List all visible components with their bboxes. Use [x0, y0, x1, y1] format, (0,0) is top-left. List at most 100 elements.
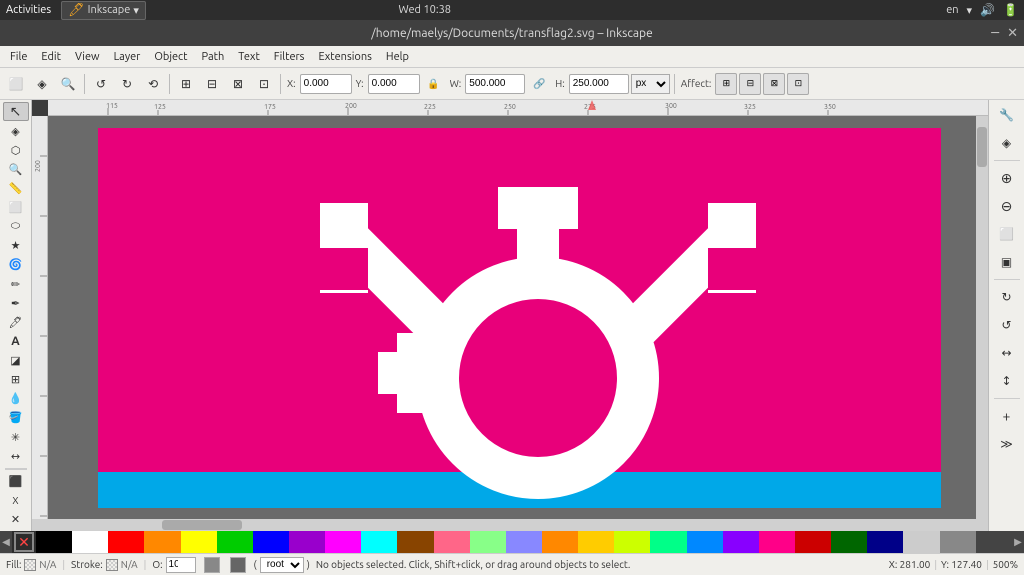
mesh-tool[interactable]: ⊞	[3, 371, 29, 389]
redo-btn[interactable]: ↻	[115, 72, 139, 96]
align-center-btn[interactable]: ⊟	[200, 72, 224, 96]
color-swatch[interactable]	[253, 531, 289, 553]
dropper-tool[interactable]: 💧	[3, 390, 29, 408]
volume-icon[interactable]: 🔊	[980, 3, 995, 17]
horizontal-scrollbar[interactable]	[32, 519, 988, 531]
menu-item-edit[interactable]: Edit	[35, 49, 67, 65]
color-swatch[interactable]	[325, 531, 361, 553]
color-swatch[interactable]	[759, 531, 795, 553]
more-btn[interactable]: ≫	[994, 431, 1020, 457]
color-swatch[interactable]	[795, 531, 831, 553]
align-right-btn[interactable]: ⊠	[226, 72, 250, 96]
color-swatch[interactable]	[181, 531, 217, 553]
revert-btn[interactable]: ⟲	[141, 72, 165, 96]
activities-label[interactable]: Activities	[6, 4, 51, 16]
snap-btn[interactable]: 🔧	[994, 102, 1020, 128]
tweak-tool[interactable]: ⬡	[3, 141, 29, 159]
node-snap-btn[interactable]: ◈	[994, 130, 1020, 156]
vertical-scrollbar-thumb[interactable]	[977, 127, 987, 167]
lang-label[interactable]: en	[946, 4, 958, 16]
align-justify-btn[interactable]: ⊡	[252, 72, 276, 96]
color-swatch[interactable]	[976, 531, 1012, 553]
color-swatch[interactable]	[397, 531, 433, 553]
minimize-button[interactable]: ─	[991, 26, 999, 41]
color-swatch[interactable]	[614, 531, 650, 553]
color-swatch[interactable]	[361, 531, 397, 553]
color-swatch[interactable]	[434, 531, 470, 553]
plus-btn[interactable]: +	[994, 403, 1020, 429]
color-swatch[interactable]	[687, 531, 723, 553]
fit-page-btn[interactable]: ⬜	[994, 221, 1020, 247]
close-tool[interactable]: ✕	[3, 511, 29, 529]
color-swatch[interactable]	[903, 531, 939, 553]
x-input[interactable]	[300, 74, 352, 94]
menu-item-view[interactable]: View	[69, 49, 106, 65]
color-swatch[interactable]	[36, 531, 72, 553]
menu-item-extensions[interactable]: Extensions	[312, 49, 377, 65]
y-input[interactable]	[368, 74, 420, 94]
fill-color-box[interactable]	[24, 559, 36, 571]
zoom-in-btn[interactable]: ⊕	[994, 165, 1020, 191]
pencil-tool[interactable]: ✏	[3, 275, 29, 293]
affect-btn-3[interactable]: ⊠	[763, 73, 785, 95]
affect-btn-2[interactable]: ⊟	[739, 73, 761, 95]
color-swatch[interactable]	[940, 531, 976, 553]
palette-scroll-left[interactable]: ◀	[0, 531, 12, 553]
menu-item-layer[interactable]: Layer	[108, 49, 147, 65]
inkscape-taskbar-btn[interactable]: 🖊 Inkscape ▾	[61, 1, 146, 20]
measure-tool[interactable]: 📏	[3, 179, 29, 197]
color-swatch[interactable]	[289, 531, 325, 553]
opacity-input[interactable]	[166, 557, 196, 573]
color-swatch[interactable]	[506, 531, 542, 553]
star-tool[interactable]: ★	[3, 237, 29, 255]
color-swatch[interactable]	[217, 531, 253, 553]
affect-btn-4[interactable]: ⊡	[787, 73, 809, 95]
node-tool-btn[interactable]: ◈	[30, 72, 54, 96]
menu-item-text[interactable]: Text	[232, 49, 266, 65]
menu-item-path[interactable]: Path	[196, 49, 231, 65]
h-input[interactable]	[569, 74, 629, 94]
w-input[interactable]	[465, 74, 525, 94]
flip-h-btn[interactable]: ↔	[994, 340, 1020, 366]
color-swatch[interactable]	[578, 531, 614, 553]
palette-scroll-right[interactable]: ▶	[1012, 531, 1024, 553]
color-swatch[interactable]	[542, 531, 578, 553]
connector-tool[interactable]: ↔	[3, 447, 29, 465]
menu-item-file[interactable]: File	[4, 49, 33, 65]
arrow-tool[interactable]: ↖	[3, 102, 29, 121]
color-swatch[interactable]	[867, 531, 903, 553]
lock-aspect-btn[interactable]: 🔗	[527, 72, 551, 96]
color-swatch[interactable]	[470, 531, 506, 553]
rect-tool[interactable]: ⬜	[3, 199, 29, 217]
rotate-cw-btn[interactable]: ↻	[994, 284, 1020, 310]
pen-tool[interactable]: ✒	[3, 294, 29, 312]
undo-btn[interactable]: ↺	[89, 72, 113, 96]
zoom-btn[interactable]: 🔍	[56, 72, 80, 96]
color-swatch[interactable]	[723, 531, 759, 553]
color-swatch[interactable]	[72, 531, 108, 553]
layer-select[interactable]: root	[260, 557, 304, 573]
zoom-out-btn[interactable]: ⊖	[994, 193, 1020, 219]
horizontal-scrollbar-thumb[interactable]	[162, 520, 242, 530]
select-tool-btn[interactable]: ⬜	[4, 72, 28, 96]
spray-tool[interactable]: ✳	[3, 428, 29, 446]
gradient-tool[interactable]: ◪	[3, 352, 29, 370]
no-color-swatch[interactable]: ✕	[14, 532, 34, 552]
menu-item-help[interactable]: Help	[380, 49, 415, 65]
spiral-tool[interactable]: 🌀	[3, 256, 29, 274]
xml-editor-btn[interactable]: X	[3, 492, 29, 510]
affect-btn-1[interactable]: ⊞	[715, 73, 737, 95]
fit-drawing-btn[interactable]: ▣	[994, 249, 1020, 275]
color-swatch[interactable]	[108, 531, 144, 553]
color-swatch[interactable]	[831, 531, 867, 553]
paint-bucket-tool[interactable]: 🪣	[3, 409, 29, 427]
menu-item-object[interactable]: Object	[148, 49, 193, 65]
align-left-btn[interactable]: ⊞	[174, 72, 198, 96]
flip-v-btn[interactable]: ↕	[994, 368, 1020, 394]
close-button[interactable]: ✕	[1007, 26, 1018, 41]
fill-stroke-btn[interactable]: ⬛	[3, 473, 29, 491]
node-tool[interactable]: ◈	[3, 122, 29, 140]
circle-tool[interactable]: ⬭	[3, 218, 29, 236]
stroke-color-box[interactable]	[106, 559, 118, 571]
calligraphy-tool[interactable]: 🖊	[3, 313, 29, 331]
